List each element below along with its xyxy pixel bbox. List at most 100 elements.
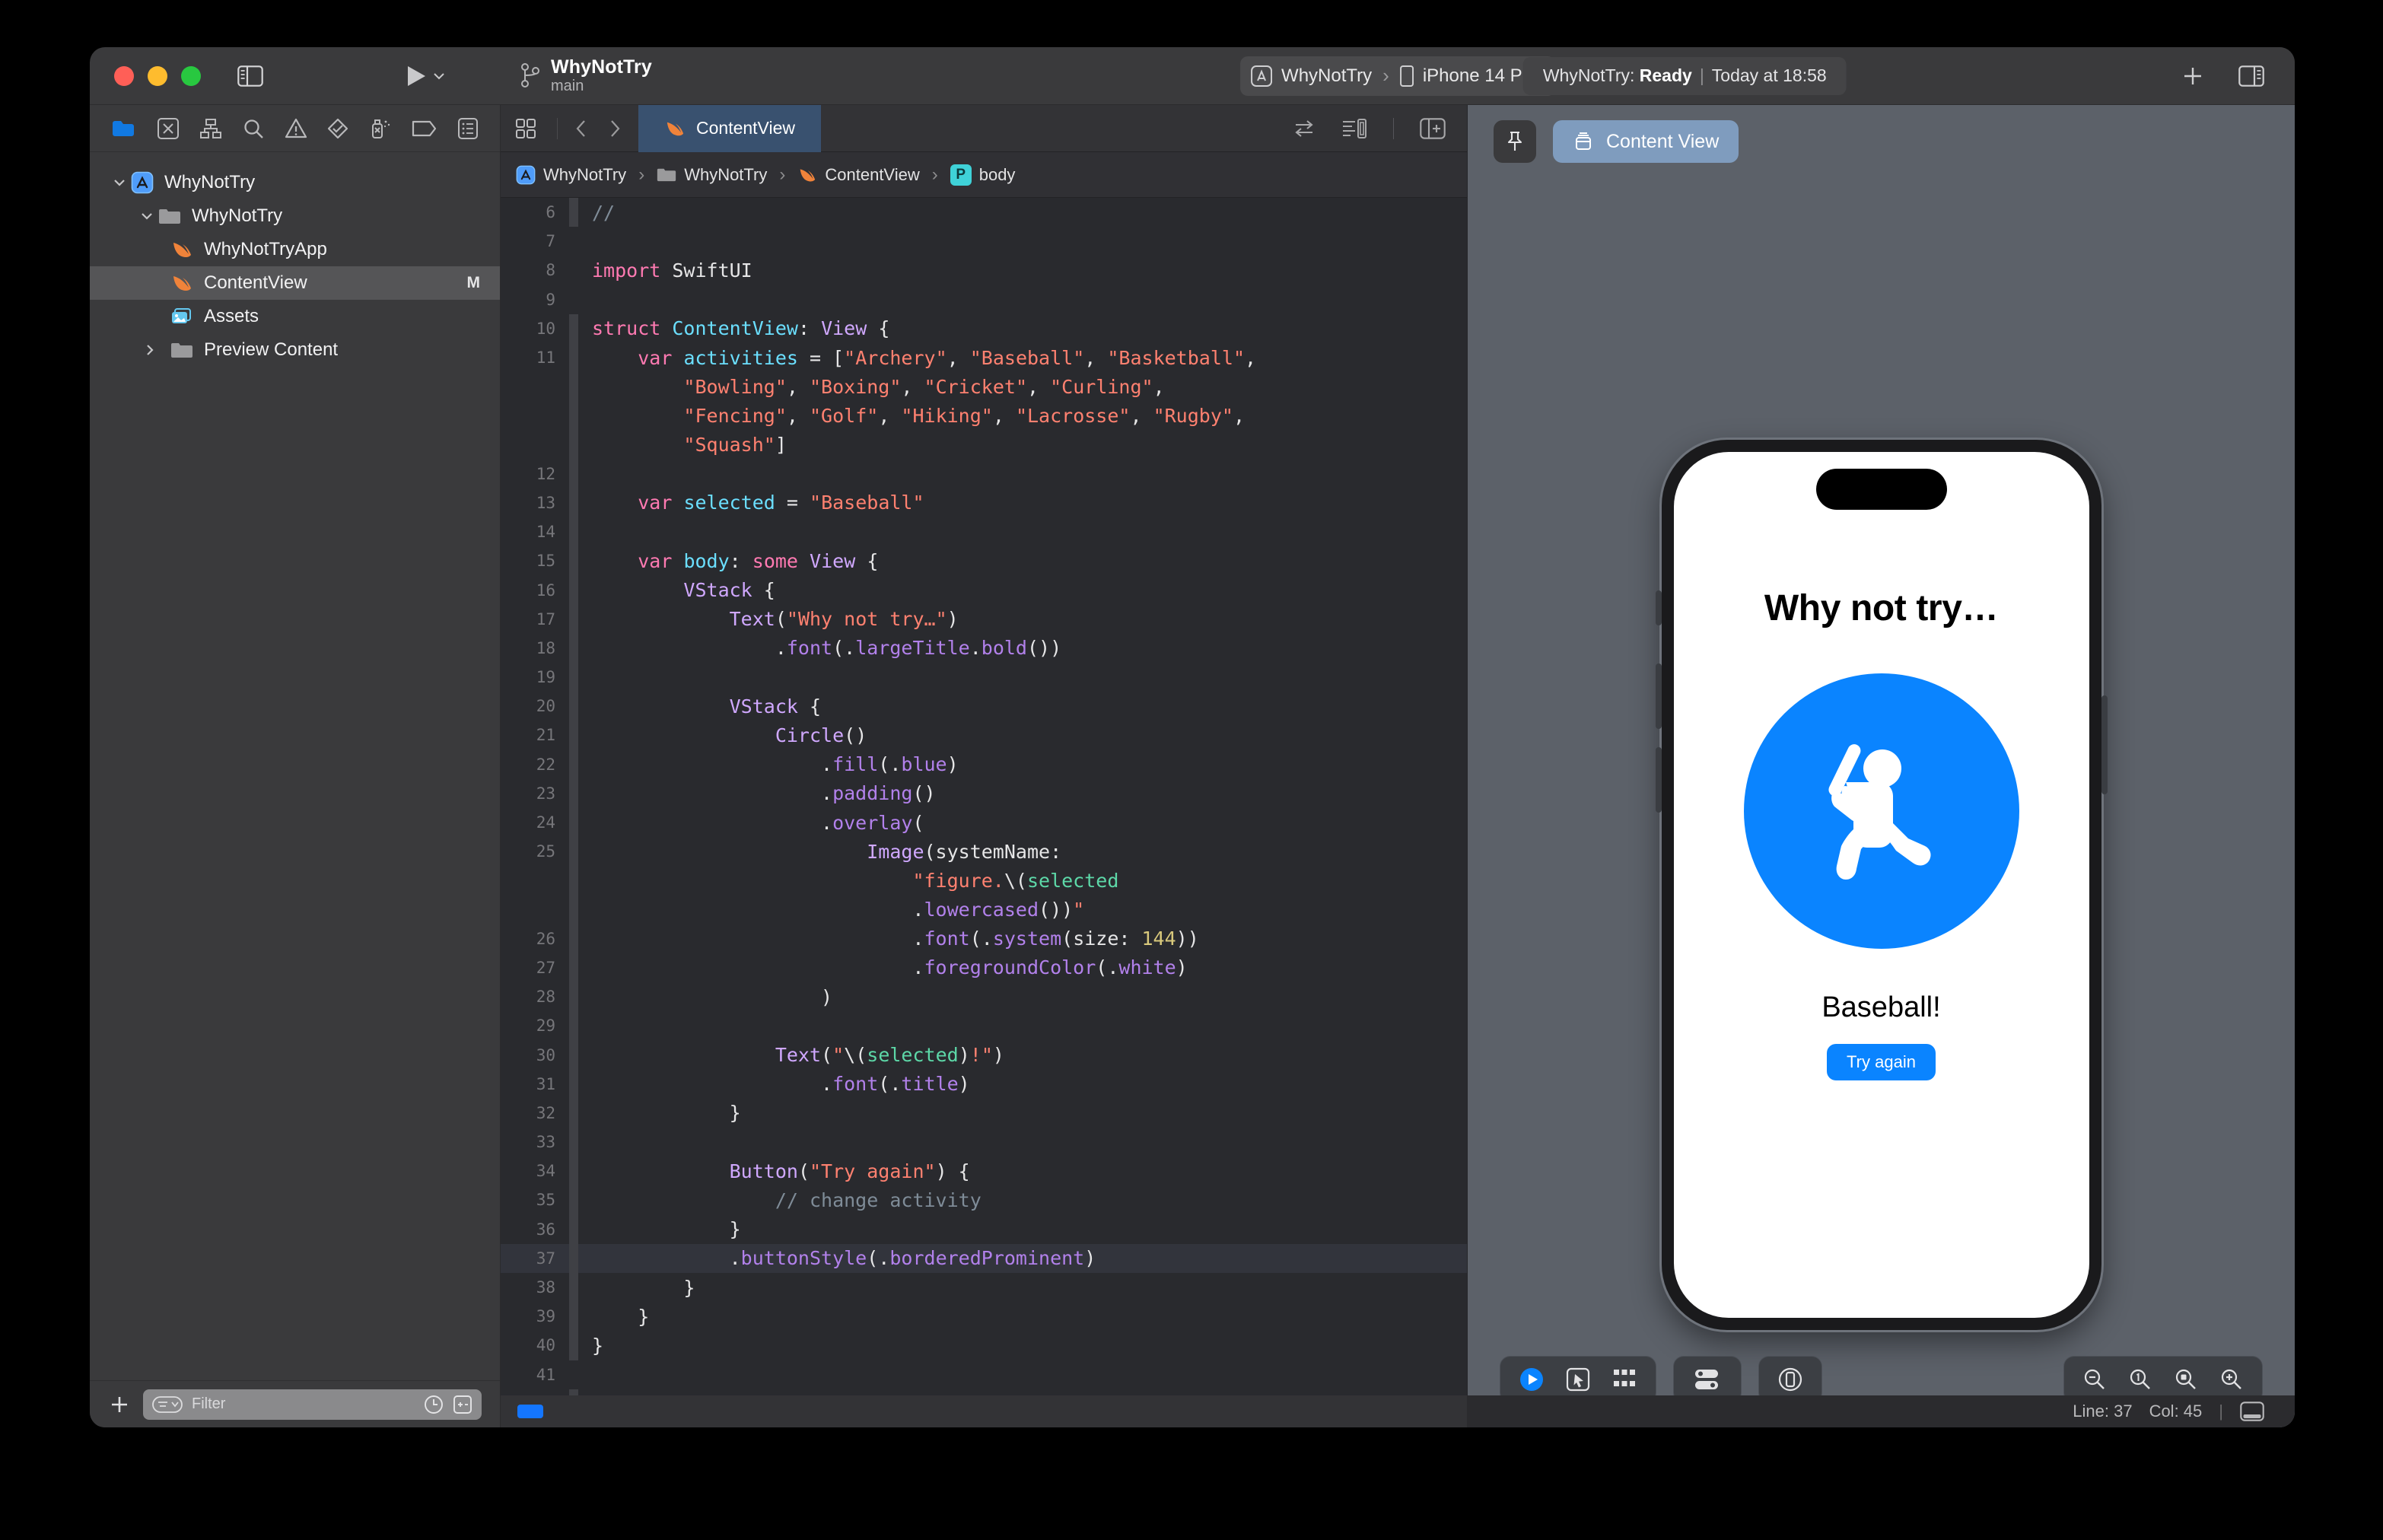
code-line[interactable]: 15 var body: some View { [501, 546, 1467, 576]
code-line[interactable]: 31 .font(.title) [501, 1069, 1467, 1099]
code-line[interactable]: 11 var activities = ["Archery", "Basebal… [501, 342, 1467, 373]
add-editor-icon[interactable] [1420, 117, 1446, 139]
zoom-to-fit-icon[interactable] [2174, 1367, 2198, 1392]
code-folding-ribbon[interactable] [569, 1128, 578, 1157]
code-line[interactable]: 17 Text("Why not try…") [501, 604, 1467, 634]
device-frame-icon[interactable] [1777, 1367, 1803, 1392]
debug-navigator-icon[interactable] [369, 117, 392, 140]
code-line[interactable]: 24 .overlay( [501, 807, 1467, 838]
clock-icon[interactable] [424, 1395, 444, 1414]
chevron-left-icon[interactable] [574, 118, 588, 139]
live-preview-play-icon[interactable] [1519, 1367, 1545, 1392]
code-line[interactable]: 8 import SwiftUI [501, 256, 1467, 285]
run-destination-selector[interactable]: WhyNotTry › iPhone 14 Pro [1240, 56, 1555, 96]
code-folding-ribbon[interactable] [569, 866, 578, 896]
code-folding-ribbon[interactable] [569, 401, 578, 431]
code-line[interactable]: 14 [501, 517, 1467, 547]
code-line[interactable]: 25 Image(systemName: [501, 837, 1467, 867]
code-folding-ribbon[interactable] [569, 663, 578, 692]
code-folding-ribbon[interactable] [569, 692, 578, 721]
code-folding-ribbon[interactable] [569, 256, 578, 285]
code-folding-ribbon[interactable] [569, 372, 578, 402]
code-folding-ribbon[interactable] [569, 807, 578, 838]
sidebar-right-icon[interactable] [2238, 65, 2264, 87]
code-folding-ribbon[interactable] [569, 604, 578, 634]
code-line[interactable]: .lowercased())" [501, 895, 1467, 924]
code-line[interactable]: 16 VStack { [501, 575, 1467, 605]
device-settings-icon[interactable] [1692, 1367, 1723, 1392]
code-line[interactable]: 30 Text("\(selected)!") [501, 1040, 1467, 1070]
code-folding-ribbon[interactable] [569, 895, 578, 924]
tree-row-file-contentview[interactable]: ContentView M [90, 266, 500, 300]
minimize-button[interactable] [148, 65, 167, 86]
code-line[interactable]: 19 [501, 663, 1467, 692]
project-navigator-icon[interactable] [111, 118, 137, 139]
code-line[interactable]: 13 var selected = "Baseball" [501, 488, 1467, 518]
code-line[interactable]: 26 .font(.system(size: 144)) [501, 924, 1467, 953]
code-line[interactable]: 7 [501, 227, 1467, 256]
zoom-button[interactable] [181, 65, 201, 86]
disclosure-open-icon[interactable] [137, 211, 157, 221]
disclosure-open-icon[interactable] [110, 177, 129, 188]
source-control-navigator-icon[interactable] [157, 117, 180, 140]
zoom-in-icon[interactable] [2219, 1367, 2244, 1392]
code-folding-ribbon[interactable] [569, 517, 578, 547]
code-folding-ribbon[interactable] [569, 633, 578, 663]
run-play-icon[interactable] [405, 64, 428, 88]
report-navigator-icon[interactable] [457, 117, 479, 140]
code-folding-ribbon[interactable] [569, 430, 578, 460]
code-folding-ribbon[interactable] [569, 1331, 578, 1360]
code-line[interactable]: 12 [501, 459, 1467, 488]
code-line[interactable]: 41 [501, 1360, 1467, 1389]
scheme-display[interactable]: WhyNotTry main [520, 56, 652, 94]
code-folding-ribbon[interactable] [569, 1243, 578, 1273]
device-screen[interactable]: Why not try… Baseball! Try again [1673, 452, 2089, 1318]
code-line[interactable]: "figure.\(selected [501, 866, 1467, 896]
code-line[interactable]: 27 .foregroundColor(.white) [501, 953, 1467, 983]
traffic-light-buttons[interactable] [114, 65, 201, 86]
activity-status-bar[interactable]: WhyNotTry: Ready | Today at 18:58 [1522, 56, 1847, 95]
code-folding-ribbon[interactable] [569, 459, 578, 488]
symbol-navigator-icon[interactable] [199, 117, 222, 140]
code-folding-ribbon[interactable] [569, 1157, 578, 1186]
console-toggle-icon[interactable] [2240, 1402, 2264, 1421]
tree-row-project[interactable]: WhyNotTry [90, 166, 500, 199]
code-folding-ribbon[interactable] [569, 313, 578, 343]
code-line[interactable]: 29 [501, 1011, 1467, 1041]
try-again-button[interactable]: Try again [1827, 1044, 1936, 1080]
code-folding-ribbon[interactable] [569, 342, 578, 373]
code-line[interactable]: "Squash"] [501, 430, 1467, 460]
editor-grid-icon[interactable] [501, 117, 537, 140]
search-input[interactable]: Filter [143, 1389, 482, 1420]
code-line[interactable]: 42struct ContentView_Previews: PreviewPr… [501, 1389, 1467, 1395]
code-folding-ribbon[interactable] [569, 1069, 578, 1099]
code-line[interactable]: 36 } [501, 1214, 1467, 1244]
plus-minus-icon[interactable] [453, 1395, 472, 1414]
code-folding-ribbon[interactable] [569, 1302, 578, 1332]
tab-contentview[interactable]: ContentView [638, 104, 821, 152]
tree-row-preview-content[interactable]: Preview Content [90, 333, 500, 367]
code-folding-ribbon[interactable] [569, 575, 578, 605]
selectable-mode-icon[interactable] [1566, 1367, 1590, 1392]
code-folding-ribbon[interactable] [569, 488, 578, 518]
tree-row-assets[interactable]: Assets [90, 300, 500, 333]
breadcrumb-item-symbol[interactable]: P body [950, 164, 1015, 186]
issue-navigator-icon[interactable] [285, 117, 307, 140]
code-folding-ribbon[interactable] [569, 749, 578, 779]
code-folding-ribbon[interactable] [569, 953, 578, 983]
code-line[interactable]: 6 // [501, 198, 1467, 228]
zoom-actual-size-icon[interactable] [2128, 1367, 2152, 1392]
code-line[interactable]: 20 VStack { [501, 692, 1467, 721]
breadcrumb-item-file[interactable]: ContentView [797, 165, 920, 185]
code-folding-ribbon[interactable] [569, 1185, 578, 1215]
code-line[interactable]: 32 } [501, 1098, 1467, 1128]
disclosure-closed-icon[interactable] [140, 343, 160, 357]
minimap-icon[interactable] [1341, 118, 1367, 139]
breadcrumb-item-project[interactable]: WhyNotTry [516, 165, 626, 185]
run-controls[interactable] [405, 64, 446, 88]
code-line[interactable]: 40} [501, 1331, 1467, 1360]
code-folding-ribbon[interactable] [569, 778, 578, 808]
plus-icon[interactable] [108, 1393, 131, 1416]
code-line[interactable]: 21 Circle() [501, 721, 1467, 750]
code-line[interactable]: 34 Button("Try again") { [501, 1157, 1467, 1186]
